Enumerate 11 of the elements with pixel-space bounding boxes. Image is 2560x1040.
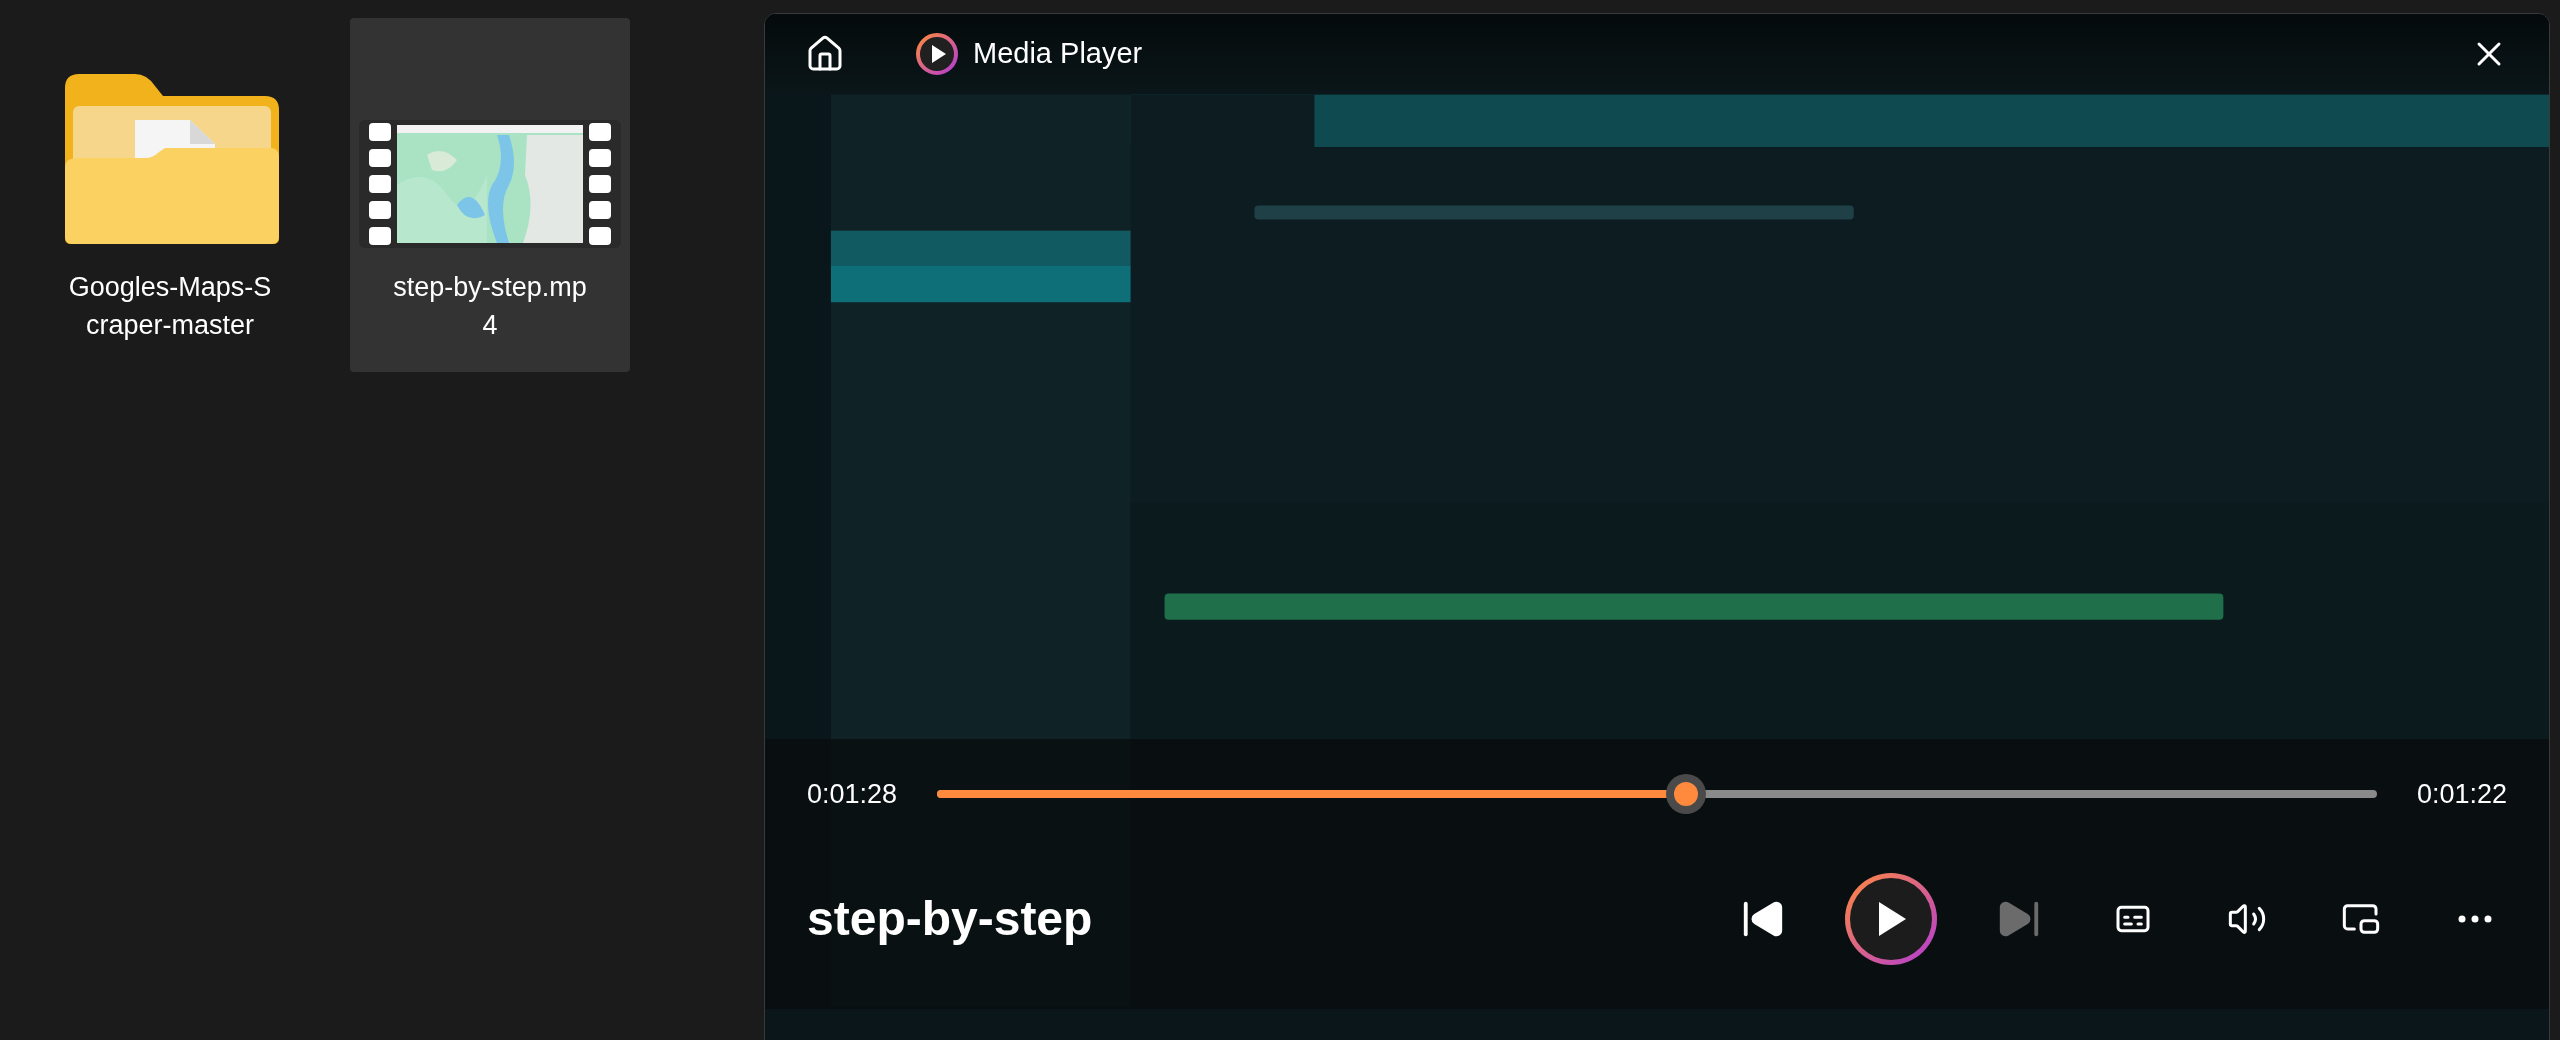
folder-item[interactable]: Googles-Maps-S craper-master xyxy=(30,18,310,372)
more-icon xyxy=(2458,915,2492,923)
window-title: Media Player xyxy=(973,36,1143,72)
seek-bar[interactable] xyxy=(937,774,2377,814)
video-file-item[interactable]: step-by-step.mp 4 xyxy=(350,18,630,372)
remaining-time: 0:01:22 xyxy=(2416,777,2507,811)
file-name: step-by-step.mp 4 xyxy=(393,271,587,342)
file-name: Googles-Maps-S craper-master xyxy=(68,271,272,342)
elapsed-time: 0:01:28 xyxy=(807,777,898,811)
seek-thumb[interactable] xyxy=(1665,774,1706,814)
video-title: step-by-step xyxy=(807,891,1093,947)
